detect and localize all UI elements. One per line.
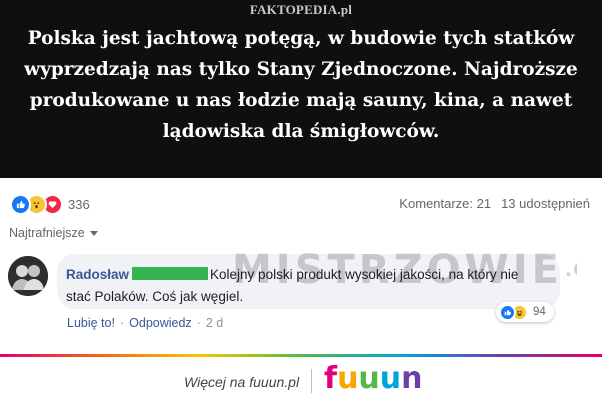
comment-sort-dropdown[interactable]: Najtrafniejsze: [9, 226, 98, 240]
logo-letter: u: [379, 361, 402, 396]
logo-letter: u: [337, 361, 359, 396]
comments-count-link[interactable]: Komentarze: 21: [399, 196, 491, 211]
site-watermark-tld: .ORG: [564, 259, 577, 281]
logo-letter: f: [324, 361, 338, 396]
post-reactions[interactable]: 336: [10, 193, 90, 215]
footer-link-text[interactable]: Więcej na fuuun.pl: [184, 374, 299, 390]
comment-body: Radosław Kolejny polski produkt wysokiej …: [66, 264, 536, 308]
quote-line: wyprzedzają nas tylko Stany Zjednoczone.…: [24, 59, 578, 80]
separator: ·: [119, 316, 125, 330]
quote-line: produkowane u nas łodzie mają sauny, kin…: [29, 90, 573, 111]
comment-timestamp[interactable]: 2 d: [206, 316, 223, 330]
like-comment-link[interactable]: Lubię to!: [67, 316, 115, 330]
separator: ·: [196, 316, 201, 330]
comment-author-link[interactable]: Radosław: [66, 267, 129, 282]
logo-letter: n: [401, 361, 423, 396]
footer: Więcej na fuuun.pl fuuun: [0, 357, 602, 401]
comment-reactions[interactable]: 94: [496, 302, 554, 322]
footer-divider: [311, 369, 312, 393]
avatar[interactable]: [8, 256, 48, 296]
reply-link[interactable]: Odpowiedz: [129, 316, 192, 330]
caret-down-icon: [89, 230, 98, 236]
like-icon: [499, 303, 516, 321]
quote-line: Polska jest jachtową potęgą, w budowie t…: [27, 28, 575, 49]
quote-line: lądowiska dla śmigłowców.: [162, 121, 440, 142]
post-quote: Polska jest jachtową potęgą, w budowie t…: [8, 23, 594, 147]
redaction-bar: [132, 267, 209, 280]
sort-label: Najtrafniejsze: [9, 226, 85, 240]
shares-count-link[interactable]: 13 udostępnień: [501, 196, 590, 211]
comment-actions: Lubię to! · Odpowiedz · 2 d: [67, 316, 223, 330]
post-stats: Komentarze: 21 13 udostępnień: [399, 196, 590, 211]
source-watermark: FAKTOPEDIA.pl: [249, 2, 353, 17]
like-icon: [10, 193, 31, 215]
comment-reaction-count: 94: [533, 306, 546, 318]
reaction-count[interactable]: 336: [68, 197, 90, 212]
fuuun-logo[interactable]: fuuun: [324, 361, 423, 396]
post-image-banner: FAKTOPEDIA.pl Polska jest jachtową potęg…: [0, 0, 602, 178]
logo-letter: u: [358, 361, 380, 396]
